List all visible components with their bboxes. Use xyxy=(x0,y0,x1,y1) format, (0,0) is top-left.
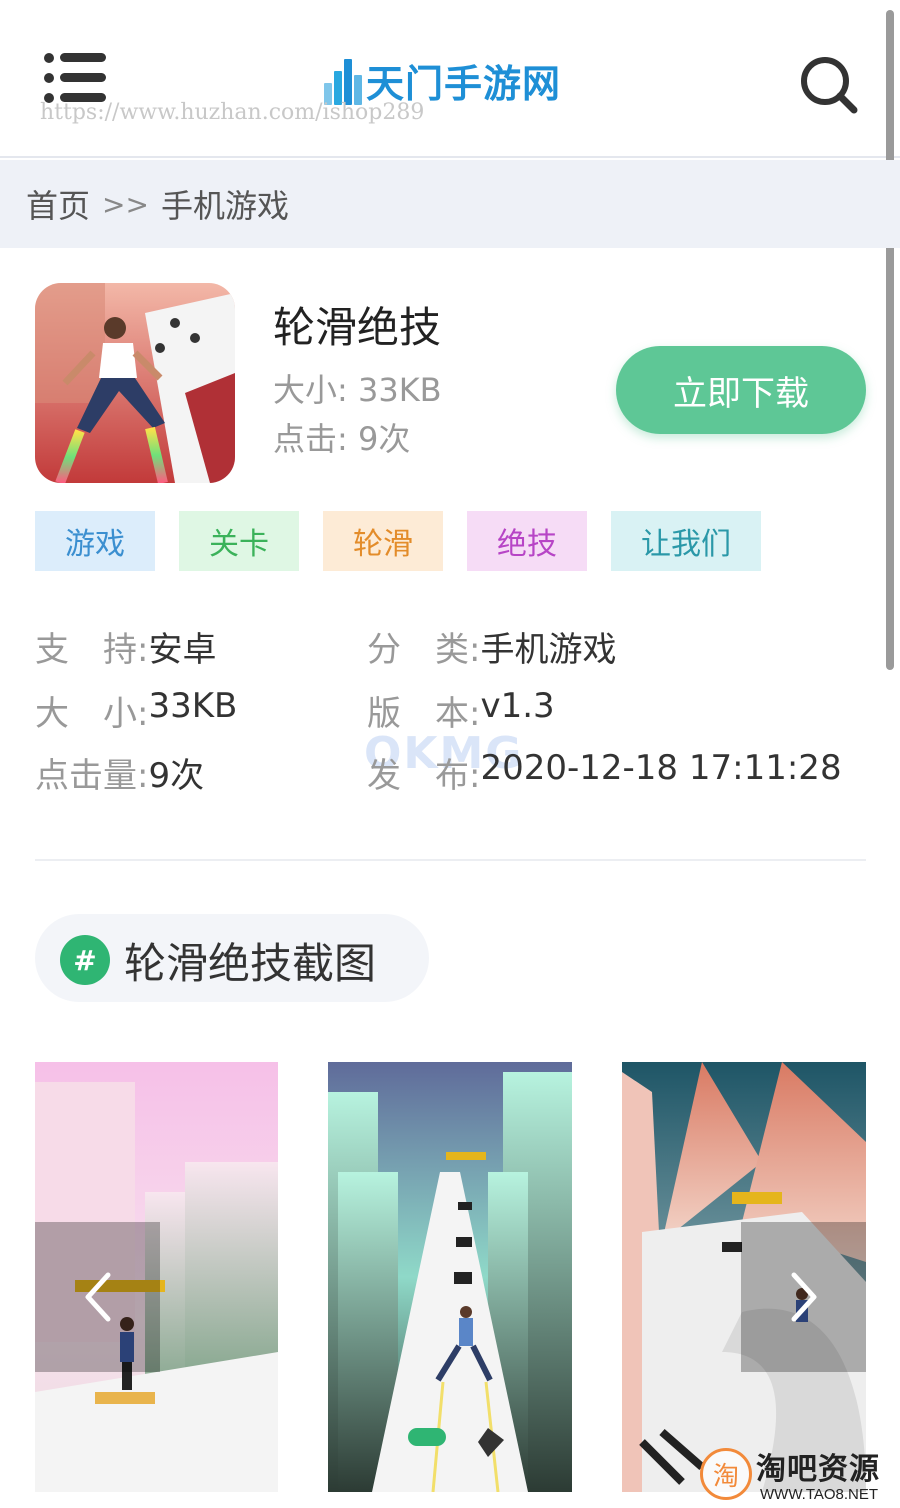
tag-skating[interactable]: 轮滑 xyxy=(323,511,443,571)
screenshot-2[interactable] xyxy=(328,1062,572,1492)
detail-version-label: 版 本: xyxy=(367,694,481,734)
corner-watermark-url: WWW.TAO8.NET xyxy=(760,1486,879,1503)
detail-clicks-value: 9次 xyxy=(148,756,205,796)
tag-stunt[interactable]: 绝技 xyxy=(467,511,587,571)
detail-category: 分 类: 手机游戏 xyxy=(367,622,616,671)
page-scrollbar[interactable] xyxy=(886,10,894,670)
detail-support-value: 安卓 xyxy=(148,630,217,670)
logo-building-icon xyxy=(322,55,362,105)
detail-size-label: 大 小: xyxy=(35,694,149,734)
carousel-prev-button[interactable] xyxy=(35,1222,160,1372)
detail-publish-label: 发 布: xyxy=(367,756,481,796)
app-icon xyxy=(35,283,235,483)
app-clicks: 点击: 9次 xyxy=(273,414,410,460)
corner-watermark-badge: 淘 xyxy=(700,1448,752,1500)
corner-watermark: 淘 淘吧资源 WWW.TAO8.NET xyxy=(700,1444,900,1508)
chevron-left-icon xyxy=(85,1272,110,1322)
app-clicks-value: 9次 xyxy=(357,420,411,458)
breadcrumb: 首页 >> 手机游戏 xyxy=(0,160,900,248)
screenshots-title: 轮滑绝技截图 xyxy=(124,939,377,988)
site-header: 天门手游网 https://www.huzhan.com/ishop289 xyxy=(0,0,900,158)
carousel-next-button[interactable] xyxy=(741,1222,866,1372)
detail-category-label: 分 类: xyxy=(367,630,481,670)
detail-category-value: 手机游戏 xyxy=(480,630,617,670)
tag-letus[interactable]: 让我们 xyxy=(611,511,761,571)
app-size-label: 大小: xyxy=(273,371,348,409)
corner-watermark-name: 淘吧资源 xyxy=(756,1452,880,1487)
watermark-url: https://www.huzhan.com/ishop289 xyxy=(40,100,425,125)
detail-version: 版 本: v1.3 xyxy=(367,686,555,735)
app-name: 轮滑绝技 xyxy=(273,303,442,352)
app-clicks-label: 点击: xyxy=(273,420,348,458)
detail-publish: 发 布: 2020-12-18 17:11:28 xyxy=(367,748,842,797)
breadcrumb-home-link[interactable]: 首页 xyxy=(26,181,90,227)
breadcrumb-category-link[interactable]: 手机游戏 xyxy=(161,181,289,227)
detail-clicks-label: 点击量: xyxy=(35,756,149,796)
detail-version-value: v1.3 xyxy=(480,686,555,726)
detail-size-value: 33KB xyxy=(148,686,238,726)
detail-clicks: 点击量: 9次 xyxy=(35,748,204,797)
section-divider xyxy=(35,859,866,861)
download-button[interactable]: 立即下载 xyxy=(616,346,866,434)
tag-level[interactable]: 关卡 xyxy=(179,511,299,571)
tag-game[interactable]: 游戏 xyxy=(35,511,155,571)
hash-icon: # xyxy=(60,935,110,985)
detail-size: 大 小: 33KB xyxy=(35,686,237,735)
detail-support: 支 持: 安卓 xyxy=(35,622,216,671)
menu-icon[interactable] xyxy=(44,52,106,104)
search-icon[interactable] xyxy=(798,54,858,114)
chevron-right-icon xyxy=(791,1272,816,1322)
breadcrumb-separator: >> xyxy=(102,187,149,221)
detail-publish-value: 2020-12-18 17:11:28 xyxy=(480,748,842,788)
app-size: 大小: 33KB xyxy=(273,365,442,411)
detail-support-label: 支 持: xyxy=(35,630,149,670)
app-size-value: 33KB xyxy=(357,371,442,409)
